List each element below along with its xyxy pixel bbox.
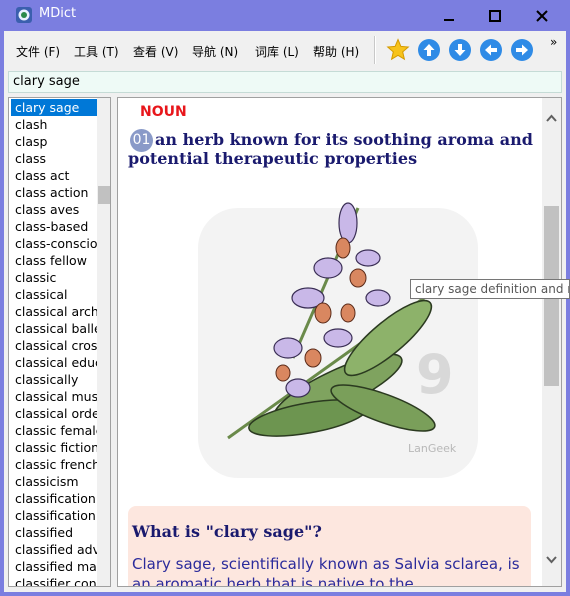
word-list-item[interactable]: classical orde <box>11 405 97 422</box>
word-list-item[interactable]: classified mag <box>11 558 97 575</box>
word-list-scrollbar[interactable] <box>97 98 110 586</box>
title-bar: MDict <box>0 0 570 31</box>
scroll-down-button[interactable] <box>448 38 472 62</box>
client-area: 文件 (F) 工具 (T) 查看 (V) 导航 (N) 词库 (L) 帮助 (H… <box>4 31 566 592</box>
word-list-item[interactable]: clash <box>11 116 97 133</box>
word-list-item[interactable]: class <box>11 150 97 167</box>
word-list-item[interactable]: classical archi <box>11 303 97 320</box>
forward-button[interactable] <box>510 38 534 62</box>
maximize-icon <box>488 9 501 22</box>
word-list-item[interactable]: classical musi <box>11 388 97 405</box>
langeek-watermark: LanGeek <box>408 442 457 455</box>
toolbar-overflow-button[interactable]: » <box>550 35 557 49</box>
menu-view[interactable]: 查看 (V) <box>133 43 178 60</box>
word-list-item[interactable]: classified adv <box>11 541 97 558</box>
minimize-icon <box>443 18 454 21</box>
word-list-item[interactable]: classification <box>11 490 97 507</box>
definition-scrollbar[interactable] <box>542 98 561 586</box>
word-list-item[interactable]: clasp <box>11 133 97 150</box>
word-list-item[interactable]: classically <box>11 371 97 388</box>
part-of-speech: NOUN <box>140 104 187 120</box>
image-tooltip: clary sage definition and m <box>410 279 570 299</box>
star-icon <box>386 38 410 61</box>
word-list-item[interactable]: classic female <box>11 422 97 439</box>
scroll-down-arrow-icon[interactable] <box>546 556 557 564</box>
what-is-title: What is "clary sage"? <box>132 522 322 541</box>
word-list-item[interactable]: class action <box>11 184 97 201</box>
search-input[interactable]: clary sage <box>8 71 562 93</box>
word-list-item[interactable]: classical balle <box>11 320 97 337</box>
menu-file[interactable]: 文件 (F) <box>16 43 60 60</box>
arrow-left-circle-icon <box>480 39 502 61</box>
what-is-text: Clary sage, scientifically known as Salv… <box>132 555 520 587</box>
word-list-item[interactable]: classification <box>11 507 97 524</box>
close-button[interactable] <box>518 0 566 31</box>
word-list-item[interactable]: classic fiction <box>11 439 97 456</box>
menu-help[interactable]: 帮助 (H) <box>313 43 359 60</box>
word-list-item[interactable]: class fellow <box>11 252 97 269</box>
svg-text:9: 9 <box>416 343 454 406</box>
word-list-item[interactable]: classic french <box>11 456 97 473</box>
word-list-item[interactable]: clary sage <box>11 99 97 116</box>
word-list-item[interactable]: classified <box>11 524 97 541</box>
menu-tools[interactable]: 工具 (T) <box>74 43 119 60</box>
word-list-item[interactable]: classic <box>11 269 97 286</box>
back-button[interactable] <box>479 38 503 62</box>
word-list-item[interactable]: classical educ <box>11 354 97 371</box>
what-is-section: What is "clary sage"? Clary sage, scient… <box>128 506 531 587</box>
arrow-up-circle-icon <box>418 39 440 61</box>
word-list-item[interactable]: classicism <box>11 473 97 490</box>
minimize-button[interactable] <box>426 0 471 31</box>
word-list-item[interactable]: class aves <box>11 201 97 218</box>
definition-pane: NOUN 01 an herb known for its soothing a… <box>117 97 562 587</box>
maximize-button[interactable] <box>472 0 517 31</box>
close-icon <box>536 9 548 22</box>
word-list-item[interactable]: class act <box>11 167 97 184</box>
window-title: MDict <box>39 6 77 21</box>
menu-navigate[interactable]: 导航 (N) <box>192 43 238 60</box>
scroll-up-arrow-icon[interactable] <box>546 114 557 122</box>
word-list-item[interactable]: classical <box>11 286 97 303</box>
favorite-button[interactable] <box>386 38 410 62</box>
word-list-item[interactable]: classical cross <box>11 337 97 354</box>
word-list-item[interactable]: class-based <box>11 218 97 235</box>
arrow-right-circle-icon <box>511 39 533 61</box>
arrow-down-circle-icon <box>449 39 471 61</box>
scroll-up-button[interactable] <box>417 38 441 62</box>
menu-library[interactable]: 词库 (L) <box>255 43 299 60</box>
word-list-item[interactable]: class-consciou <box>11 235 97 252</box>
menu-toolbar: 文件 (F) 工具 (T) 查看 (V) 导航 (N) 词库 (L) 帮助 (H… <box>4 31 566 69</box>
word-list-scroll-thumb[interactable] <box>98 186 110 204</box>
mdict-app-icon <box>16 7 32 23</box>
definition-text: an herb known for its soothing aroma and… <box>128 130 533 168</box>
word-list[interactable]: clary sage clash clasp class class act c… <box>8 97 111 587</box>
toolbar-separator <box>374 36 376 64</box>
word-list-item[interactable]: classifier con <box>11 575 97 586</box>
